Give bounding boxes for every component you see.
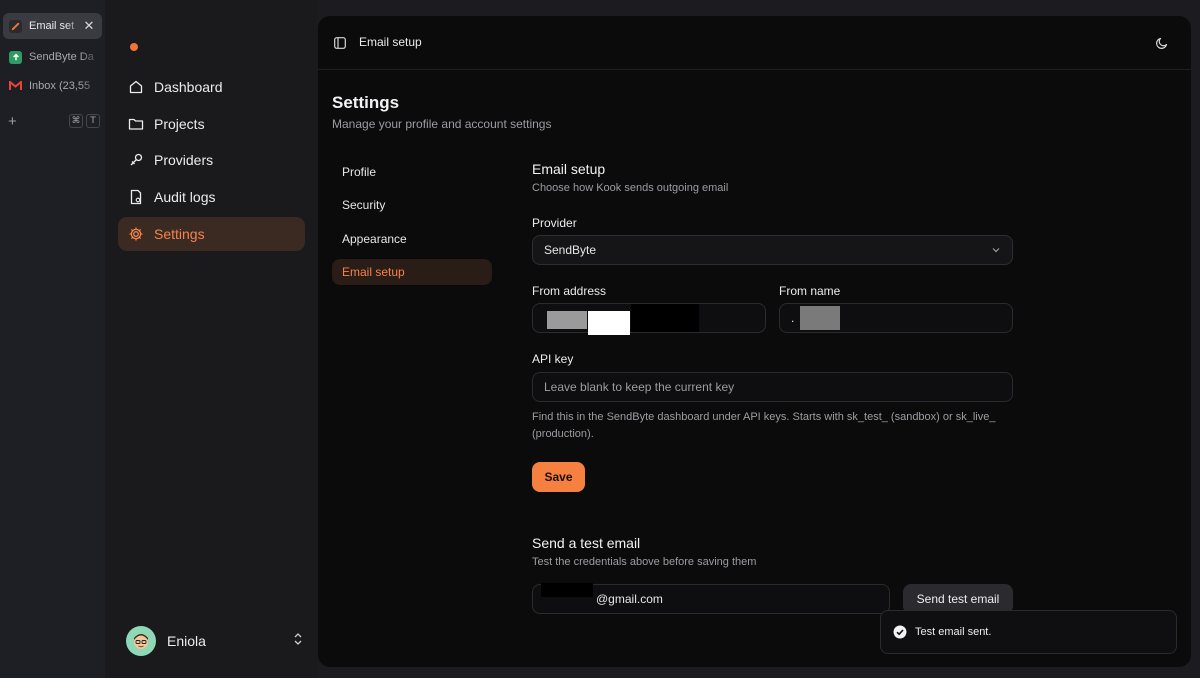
sidebar-item-dashboard[interactable]: Dashboard: [118, 70, 305, 104]
settings-heading: Settings: [332, 93, 400, 112]
sidebar-item-label: Projects: [154, 116, 205, 132]
plug-icon: [128, 152, 144, 168]
check-circle-icon: [893, 625, 907, 639]
redaction: [547, 311, 587, 329]
shortcut-key: T: [86, 114, 100, 128]
settings-nav-security[interactable]: Security: [332, 192, 492, 218]
avatar: [126, 626, 156, 656]
provider-select[interactable]: SendByte: [532, 235, 1013, 265]
settings-subtitle: Manage your profile and account settings: [332, 117, 552, 131]
test-email-input[interactable]: @gmail.com: [532, 583, 890, 614]
gmail-icon: [9, 80, 22, 93]
chevron-up-down-icon: [292, 632, 306, 651]
tab-title: Inbox (23,55: [29, 80, 91, 92]
test-email-subtitle: Test the credentials above before saving…: [532, 556, 757, 568]
settings-nav-profile[interactable]: Profile: [332, 159, 492, 185]
moon-icon[interactable]: [1155, 36, 1169, 50]
api-key-placeholder: Leave blank to keep the current key: [544, 380, 735, 394]
settings-nav-label: Security: [342, 198, 386, 212]
sendbyte-icon: [9, 50, 22, 64]
new-tab-button[interactable]: + ⌘ T: [8, 112, 100, 130]
toast-notification: Test email sent.: [880, 610, 1177, 654]
from-name-value: .: [791, 311, 795, 325]
app-logo: [130, 43, 138, 51]
redaction: [541, 583, 593, 597]
from-address-field[interactable]: [532, 303, 766, 335]
settings-nav-appearance[interactable]: Appearance: [332, 226, 492, 252]
sidebar-item-settings[interactable]: Settings: [118, 217, 305, 251]
redaction: [588, 311, 630, 335]
gear-icon: [128, 226, 144, 242]
close-tab-icon[interactable]: ✕: [82, 18, 96, 34]
settings-nav-label: Profile: [342, 165, 377, 179]
from-name-field[interactable]: .: [779, 303, 1013, 333]
main-panel: Email setup Settings Manage your profile…: [318, 16, 1191, 667]
kook-icon: [9, 19, 22, 33]
shortcut-key: ⌘: [69, 114, 83, 128]
redaction: [800, 306, 840, 330]
user-name: Eniola: [167, 633, 206, 649]
browser-tab-email-setup[interactable]: Email set ✕: [3, 13, 102, 39]
provider-value: SendByte: [544, 243, 597, 257]
test-email-heading: Send a test email: [532, 535, 641, 551]
folder-icon: [128, 116, 144, 132]
sidebar-item-projects[interactable]: Projects: [118, 107, 305, 141]
chevron-down-icon: [992, 248, 1000, 253]
api-key-help-text: Find this in the SendByte dashboard unde…: [532, 411, 996, 440]
redaction: [631, 304, 699, 332]
save-button[interactable]: Save: [532, 462, 585, 492]
settings-nav-label: Email setup: [342, 265, 405, 279]
from-name-label: From name: [779, 284, 841, 298]
user-menu[interactable]: Eniola: [126, 626, 306, 656]
page-title: Email setup: [359, 35, 422, 49]
tab-title: Email set: [29, 20, 75, 32]
plus-icon: +: [8, 112, 17, 130]
sidebar-item-label: Providers: [154, 152, 214, 168]
browser-tab-inbox[interactable]: Inbox (23,55: [3, 73, 102, 99]
sidebar-item-label: Audit logs: [154, 189, 216, 205]
sidebar-item-label: Dashboard: [154, 79, 223, 95]
test-email-value: @gmail.com: [596, 592, 663, 606]
sidebar-item-providers[interactable]: Providers: [118, 143, 305, 177]
toast-message: Test email sent.: [915, 626, 992, 638]
sidebar-item-audit-logs[interactable]: Audit logs: [118, 180, 305, 214]
api-key-input[interactable]: Leave blank to keep the current key: [532, 372, 1013, 402]
browser-tab-strip: Email set ✕ SendByte Da Inbox (23,55 + ⌘…: [0, 0, 105, 678]
provider-label: Provider: [532, 216, 577, 230]
tab-title: SendByte Da: [29, 51, 94, 63]
sidebar-item-label: Settings: [154, 226, 205, 242]
email-setup-heading: Email setup: [532, 161, 606, 177]
home-icon: [128, 79, 144, 95]
sidebar-toggle-icon[interactable]: [334, 37, 346, 49]
file-icon: [128, 189, 144, 205]
email-setup-subtitle: Choose how Kook sends outgoing email: [532, 182, 729, 194]
top-bar: Email setup: [318, 16, 1191, 70]
settings-nav-email-setup[interactable]: Email setup: [332, 259, 492, 285]
browser-tab-sendbyte[interactable]: SendByte Da: [3, 44, 102, 70]
api-key-label: API key: [532, 352, 574, 366]
settings-nav-label: Appearance: [342, 232, 407, 246]
from-address-label: From address: [532, 284, 607, 298]
